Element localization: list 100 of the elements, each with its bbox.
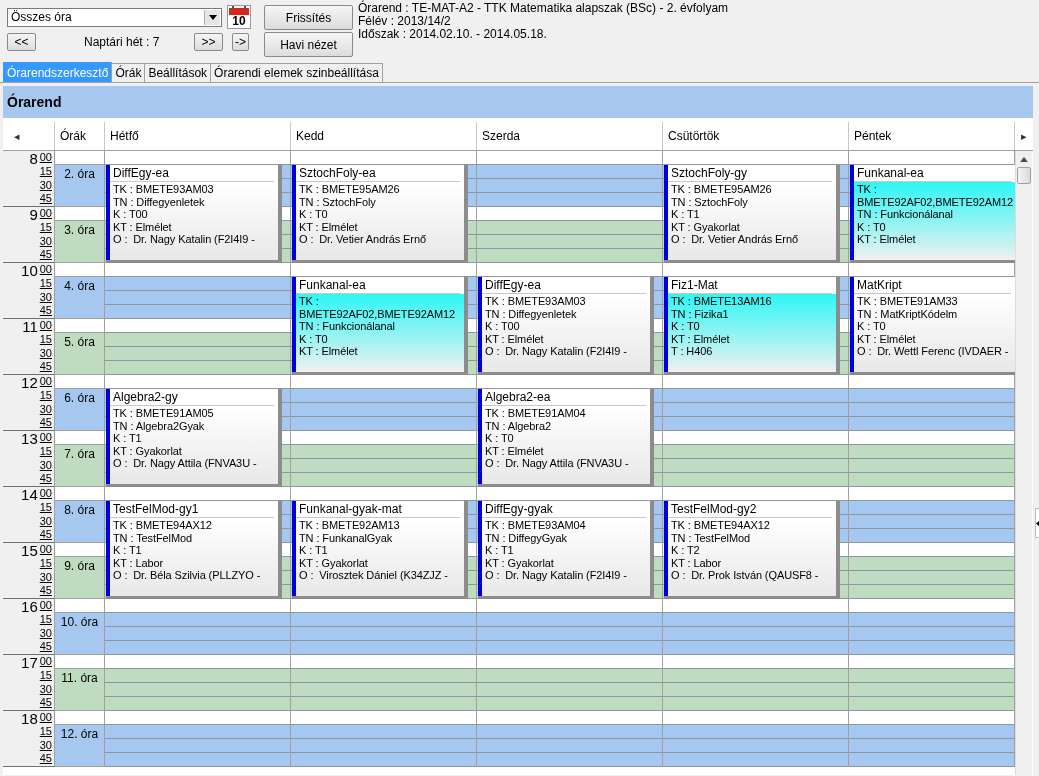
- lesson-detail: TN : SztochFoly: [299, 195, 377, 208]
- minute-label: 45: [39, 360, 52, 374]
- minute-label: 15: [39, 332, 52, 347]
- lesson-card[interactable]: Funkanal-ea TK : BMETE92AF02,BMETE92AM12 TN : Funkcionálanal K : T0 KT : Elmélet: [292, 277, 468, 375]
- lesson-card[interactable]: SztochFoly-ea TK : BMETE95AM26 TN : SztochFoly K : T0 KT : Elmélet O : Dr. Vetier András Ernő: [292, 165, 468, 263]
- lesson-card[interactable]: Funkanal-gyak-mat TK : BMETE92AM13 TN : FunkanalGyak K : T1 KT : Gyakorlat O : Virosztek Dániel (K34ZJZ -: [292, 501, 468, 599]
- minute-label: 00: [39, 431, 52, 445]
- lesson-detail: TN : Funkcionálanal: [299, 320, 396, 333]
- hour-label: 18: [21, 711, 38, 729]
- minute-label: 00: [39, 599, 52, 613]
- lesson-detail: K : T0: [299, 332, 329, 345]
- hour-label: 15: [21, 543, 38, 561]
- lesson-detail: O : Dr. Vetier András Ernő: [671, 233, 799, 246]
- lesson-card[interactable]: DiffEgy-gyak TK : BMETE93AM04 TN : DiffegyGyak K : T1 KT : Gyakorlat O : Dr. Nagy Katalin (F2I4I9 -: [478, 501, 654, 599]
- lesson-detail: KT : Labor: [113, 556, 165, 569]
- lesson-detail: KT : Labor: [671, 556, 723, 569]
- week-label: Naptári hét : 7: [84, 35, 161, 49]
- minute-label: 00: [39, 263, 52, 277]
- hour-label: 10: [21, 263, 38, 281]
- lesson-detail: KT : Elmélet: [485, 332, 545, 345]
- lesson-detail: O : Dr. Nagy Katalin (F2I4I9 -: [485, 569, 628, 582]
- lesson-card[interactable]: Algebra2-gy TK : BMETE91AM05 TN : Algebra2Gyak K : T1 KT : Gyakorlat O : Dr. Nagy Attila (FNVA3U -: [106, 389, 282, 487]
- lesson-detail: TN : Algebra2Gyak: [113, 419, 206, 432]
- month-view-button[interactable]: Havi nézet: [264, 32, 353, 57]
- lesson-card[interactable]: SztochFoly-gy TK : BMETE95AM26 TN : SztochFoly K : T1 KT : Gyakorlat O : Dr. Vetier András Ernő: [664, 165, 840, 263]
- lesson-detail: TN : MatKriptKódelm: [857, 307, 959, 320]
- lesson-detail: TK : BMETE92AM13: [299, 519, 401, 532]
- lesson-detail: KT : Elmélet: [299, 345, 359, 358]
- minute-label: 15: [39, 500, 52, 515]
- lesson-card[interactable]: Fiz1-Mat TK : BMETE13AM16 TN : Fizika1 K : T0 KT : Elmélet T : H406: [664, 277, 840, 375]
- scroll-left-button[interactable]: ◂: [8, 129, 26, 143]
- lesson-detail: KT : Elmélet: [857, 233, 917, 246]
- minute-label: 30: [39, 178, 52, 193]
- tab[interactable]: Órarendi elemek szinbeállítása: [210, 63, 383, 82]
- hour-label: 14: [21, 487, 38, 505]
- go-button[interactable]: ->: [232, 33, 249, 51]
- lesson-detail: KT : Elmélet: [857, 332, 917, 345]
- hour-label: 12: [21, 375, 38, 393]
- period-label: 5. óra: [55, 333, 104, 375]
- hour-label: 16: [21, 599, 38, 617]
- lesson-detail: O : Dr. Béla Szilvia (PLLZYO -: [113, 569, 262, 582]
- lesson-detail: K : T1: [485, 544, 515, 557]
- previous-week-button[interactable]: <<: [7, 33, 36, 51]
- lesson-detail: O : Dr. Prok István (QAUSF8 -: [671, 569, 820, 582]
- view-dropdown[interactable]: Összes óra: [7, 7, 222, 27]
- refresh-button[interactable]: Frissítés: [264, 5, 353, 30]
- hour-label: 11: [22, 319, 38, 337]
- lesson-detail: K : T1: [299, 544, 329, 557]
- hour-label: 8: [29, 151, 38, 169]
- lesson-card[interactable]: Algebra2-ea TK : BMETE91AM04 TN : Algebra2 K : T0 KT : Elmélet O : Dr. Nagy Attila (FNVA3U -: [478, 389, 654, 487]
- lesson-detail: KT : Gyakorlat: [485, 556, 555, 569]
- lesson-detail: TN : TestFelMod: [671, 531, 751, 544]
- period-label: 2. óra: [55, 165, 104, 207]
- lesson-detail: TK : BMETE94AX12: [671, 519, 771, 532]
- period-label: 9. óra: [55, 557, 104, 599]
- lesson-detail: KT : Elmélet: [485, 444, 545, 457]
- timetable-info: Félév : 2013/14/2: [358, 15, 452, 28]
- column-header: Kedd: [291, 122, 477, 150]
- lesson-card[interactable]: Funkanal-ea TK : BMETE92AF02,BMETE92AM12 TN : Funkcionálanal K : T0 KT : Elmélet: [850, 165, 1015, 263]
- next-week-button[interactable]: >>: [194, 33, 223, 51]
- lesson-detail: KT : Gyakorlat: [299, 556, 369, 569]
- minute-label: 45: [39, 696, 52, 710]
- minute-label: 00: [39, 207, 52, 221]
- column-header: Szerda: [477, 122, 663, 150]
- lesson-detail: TN : SztochFoly: [671, 195, 749, 208]
- tab[interactable]: Órák: [111, 63, 146, 82]
- minute-label: 00: [39, 151, 52, 165]
- hour-label: 13: [21, 431, 38, 449]
- lesson-detail: K : T0: [485, 432, 515, 445]
- scroll-right-button[interactable]: ▸: [1015, 129, 1033, 143]
- lesson-card[interactable]: DiffEgy-ea TK : BMETE93AM03 TN : Diffegyenletek K : T00 KT : Elmélet O : Dr. Nagy Katalin (F2I4I9 -: [106, 165, 282, 263]
- period-label: 4. óra: [55, 277, 104, 319]
- lesson-detail: KT : Gyakorlat: [113, 444, 183, 457]
- hour-label: 17: [21, 655, 38, 673]
- lesson-detail: K : T0: [299, 208, 329, 221]
- minute-label: 00: [39, 711, 52, 725]
- calendar-button[interactable]: 10: [227, 5, 251, 29]
- period-label: 6. óra: [55, 389, 104, 431]
- minute-label: 30: [39, 402, 52, 417]
- lesson-card[interactable]: TestFelMod-gy1 TK : BMETE94AX12 TN : TestFelMod K : T1 KT : Labor O : Dr. Béla Szilvia (PLLZYO -: [106, 501, 282, 599]
- lesson-card[interactable]: DiffEgy-ea TK : BMETE93AM03 TN : Diffegyenletek K : T00 KT : Elmélet O : Dr. Nagy Katalin (F2I4I9 -: [478, 277, 654, 375]
- lesson-detail: TN : Diffegyenletek: [485, 307, 578, 320]
- timetable-info: Időszak : 2014.02.10. - 2014.05.18.: [358, 28, 548, 41]
- lesson-detail: K : T1: [113, 544, 143, 557]
- minute-label: 15: [39, 164, 52, 179]
- lesson-detail: TK : BMETE93AM03: [485, 295, 587, 308]
- minute-label: 00: [39, 375, 52, 389]
- minute-label: 00: [39, 319, 52, 333]
- minute-label: 45: [39, 640, 52, 654]
- lesson-detail: K : T1: [671, 208, 701, 221]
- lesson-card[interactable]: MatKript TK : BMETE91AM33 TN : MatKriptKódelm K : T0 KT : Elmélet O : Dr. Wettl Ferenc (IVDAER -: [850, 277, 1015, 375]
- minute-label: 15: [39, 612, 52, 627]
- lesson-detail: O : Dr. Nagy Katalin (F2I4I9 -: [113, 233, 256, 246]
- lesson-card[interactable]: TestFelMod-gy2 TK : BMETE94AX12 TN : TestFelMod K : T2 KT : Labor O : Dr. Prok István (QAUSF8 -: [664, 501, 840, 599]
- minute-label: 30: [39, 570, 52, 585]
- timetable-info: Órarend : TE-MAT-A2 - TTK Matematika alapszak (BSc) - 2. évfolyam: [358, 2, 729, 15]
- column-header: Hétfő: [105, 122, 291, 150]
- period-label: 8. óra: [55, 501, 104, 543]
- minute-label: 15: [39, 724, 52, 739]
- minute-label: 00: [39, 655, 52, 669]
